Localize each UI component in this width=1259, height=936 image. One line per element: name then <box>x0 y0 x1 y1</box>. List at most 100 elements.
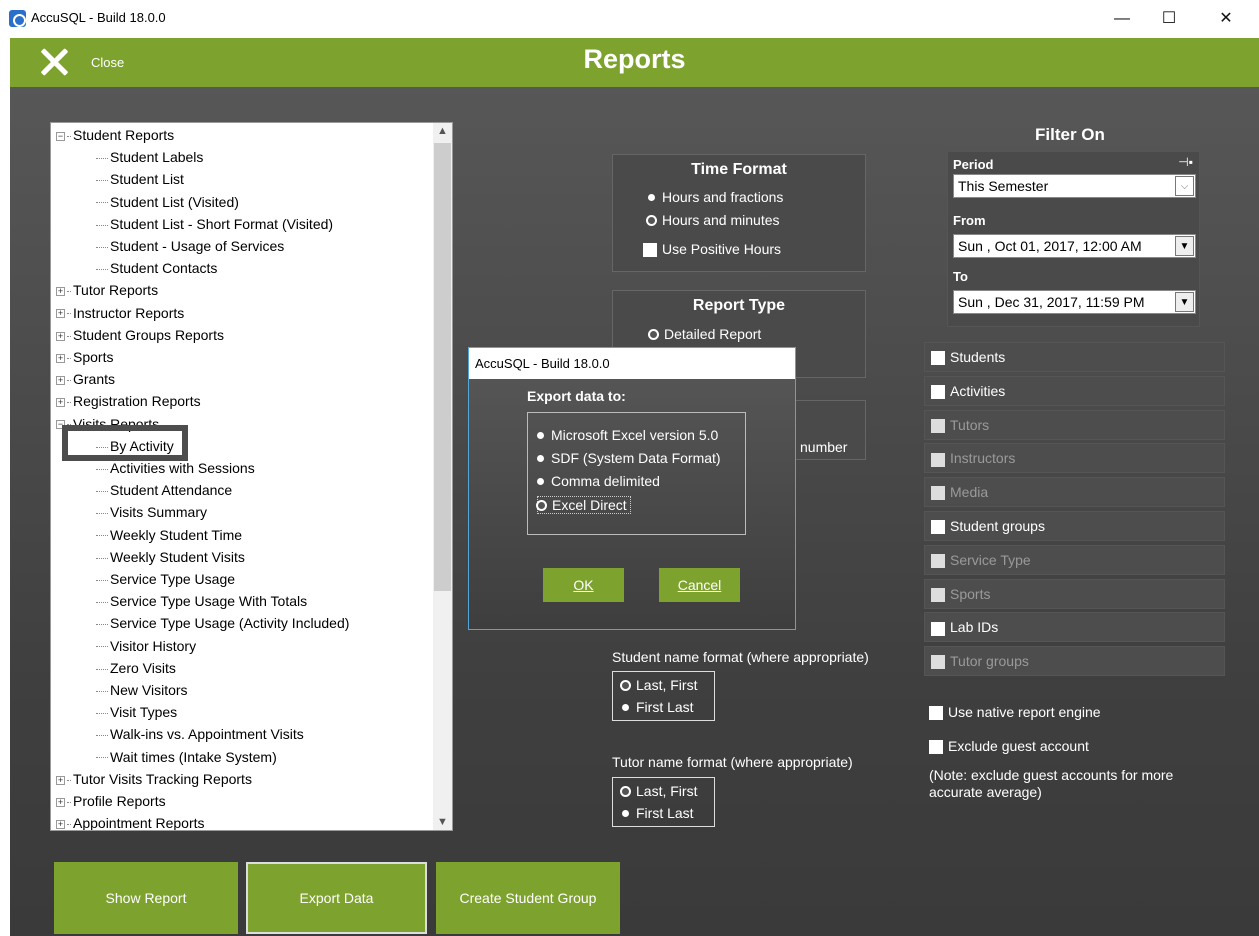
exclude-note: (Note: exclude guest accounts for more a… <box>929 767 1174 800</box>
maximize-button[interactable]: ☐ <box>1146 0 1192 37</box>
tree-item-label: Visit Types <box>110 704 178 721</box>
tree-item[interactable]: Visit Types <box>96 701 177 723</box>
tree-item[interactable]: Service Type Usage With Totals <box>96 590 307 612</box>
tree-item[interactable]: Service Type Usage (Activity Included) <box>96 612 349 634</box>
tree-category[interactable]: + Tutor Reports <box>56 279 158 301</box>
tree-connector <box>96 557 108 559</box>
expand-icon[interactable]: + <box>56 375 65 385</box>
filter-row-lab-ids[interactable]: Lab IDs <box>924 612 1225 643</box>
tree-item-label: Zero Visits <box>110 659 176 676</box>
tree-item[interactable]: Student List <box>96 168 184 190</box>
filter-row-service-type[interactable]: Service Type <box>924 544 1225 575</box>
radio-comma-delimited[interactable]: Comma delimited <box>537 473 660 489</box>
expand-icon[interactable]: + <box>56 287 65 297</box>
report-tree[interactable]: ▲ ▼ − Student Reports Student Labels Studen… <box>50 122 453 831</box>
radio-label: First Last <box>636 805 694 821</box>
collapse-icon[interactable]: − <box>56 131 65 141</box>
tree-category[interactable]: + Instructor Reports <box>56 302 184 324</box>
tree-category[interactable]: + Tutor Visits Tracking Reports <box>56 768 252 790</box>
dropdown-arrow-icon[interactable]: ▼ <box>1175 292 1194 312</box>
radio-tutor-first-last[interactable]: First Last <box>622 805 694 821</box>
scroll-up-icon[interactable]: ▲ <box>433 125 452 137</box>
tree-item[interactable]: Service Type Usage <box>96 568 235 590</box>
radio-detailed-report[interactable]: Detailed Report <box>650 326 761 342</box>
period-select[interactable]: This Semester ⌵ <box>953 174 1196 198</box>
dropdown-arrow-icon[interactable]: ▼ <box>1175 236 1194 256</box>
checkbox-positive-hours[interactable]: Use Positive Hours <box>643 241 781 258</box>
filter-row-student-groups[interactable]: Student groups <box>924 511 1225 541</box>
tree-item[interactable]: Student Labels <box>96 146 203 168</box>
tree-item[interactable]: Student List - Short Format (Visited) <box>96 213 333 235</box>
expand-icon[interactable]: + <box>56 775 65 785</box>
filter-row-sports[interactable]: Sports <box>924 578 1225 609</box>
tree-item[interactable]: Visitor History <box>96 635 196 657</box>
ok-button[interactable]: OK <box>543 568 624 602</box>
radio-sdf[interactable]: SDF (System Data Format) <box>537 450 721 466</box>
checkbox-icon <box>931 587 945 602</box>
tree-category[interactable]: + Registration Reports <box>56 390 201 412</box>
tree-category[interactable]: − Student Reports <box>56 124 174 146</box>
filter-row-tutor-groups[interactable]: Tutor groups <box>924 646 1225 677</box>
scroll-thumb[interactable] <box>434 143 451 591</box>
filter-row-activities[interactable]: Activities <box>924 375 1225 406</box>
from-date-picker[interactable]: Sun , Oct 01, 2017, 12:00 AM ▼ <box>953 234 1196 258</box>
checkbox-icon <box>929 740 943 755</box>
tree-item[interactable]: Student Contacts <box>96 257 217 279</box>
radio-icon <box>648 194 655 202</box>
expand-icon[interactable]: + <box>56 309 65 319</box>
radio-excel-5[interactable]: Microsoft Excel version 5.0 <box>537 427 718 443</box>
radio-tutor-last-first[interactable]: Last, First <box>622 783 697 799</box>
tree-item[interactable]: Wait times (Intake System) <box>96 746 277 768</box>
pin-icon[interactable]: ⊣▪ <box>1178 155 1193 169</box>
to-date-picker[interactable]: Sun , Dec 31, 2017, 11:59 PM ▼ <box>953 290 1196 314</box>
window-title: AccuSQL - Build 18.0.0 <box>31 10 166 25</box>
filter-row-instructors[interactable]: Instructors <box>924 443 1225 474</box>
tree-item[interactable]: New Visitors <box>96 679 188 701</box>
create-student-group-button[interactable]: Create Student Group <box>436 862 620 934</box>
expand-icon[interactable]: + <box>56 398 65 408</box>
scroll-down-icon[interactable]: ▼ <box>433 816 452 828</box>
expand-icon[interactable]: + <box>56 797 65 807</box>
tree-category[interactable]: + Sports <box>56 346 113 368</box>
tree-item[interactable]: Zero Visits <box>96 657 176 679</box>
expand-icon[interactable]: + <box>56 353 65 363</box>
tree-category[interactable]: + Student Groups Reports <box>56 324 224 346</box>
checkbox-exclude-guest[interactable]: Exclude guest account <box>929 738 1089 755</box>
tree-item[interactable]: Weekly Student Time <box>96 524 242 546</box>
tree-scrollbar[interactable]: ▲ ▼ <box>433 123 452 830</box>
export-data-button[interactable]: Export Data <box>246 862 427 934</box>
checkbox-icon <box>931 554 945 569</box>
tree-category[interactable]: + Profile Reports <box>56 790 166 812</box>
radio-icon <box>537 455 544 463</box>
filter-row-students[interactable]: Students <box>924 342 1225 372</box>
radio-excel-direct[interactable]: Excel Direct <box>537 496 631 514</box>
radio-hours-fractions[interactable]: Hours and fractions <box>648 189 783 205</box>
tree-category-label: Profile Reports <box>73 793 166 809</box>
tree-item[interactable]: Walk-ins vs. Appointment Visits <box>96 723 304 745</box>
chevron-down-icon[interactable]: ⌵ <box>1175 176 1194 196</box>
tree-item[interactable]: Student - Usage of Services <box>96 235 284 257</box>
radio-student-first-last[interactable]: First Last <box>622 699 694 715</box>
filter-row-tutors[interactable]: Tutors <box>924 409 1225 440</box>
radio-label: SDF (System Data Format) <box>551 450 721 466</box>
selection-highlight-box <box>62 425 188 461</box>
show-report-button[interactable]: Show Report <box>54 862 238 934</box>
minimize-button[interactable]: — <box>1099 0 1145 37</box>
checkbox-icon <box>931 351 945 366</box>
expand-icon[interactable]: + <box>56 819 65 829</box>
filter-row-media[interactable]: Media <box>924 477 1225 508</box>
radio-student-last-first[interactable]: Last, First <box>622 677 697 693</box>
expand-icon[interactable]: + <box>56 331 65 341</box>
tree-item[interactable]: Student List (Visited) <box>96 191 239 213</box>
tree-category[interactable]: + Grants <box>56 368 115 390</box>
window-close-button[interactable]: ✕ <box>1203 0 1249 37</box>
tree-category[interactable]: + Appointment Reports <box>56 812 205 830</box>
radio-icon <box>537 432 544 440</box>
tree-item[interactable]: Visits Summary <box>96 501 207 523</box>
tree-item[interactable]: Student Attendance <box>96 479 232 501</box>
checkbox-native-engine[interactable]: Use native report engine <box>929 704 1101 721</box>
cancel-button[interactable]: Cancel <box>659 568 740 602</box>
tree-category-label: Instructor Reports <box>73 304 185 321</box>
tree-item[interactable]: Weekly Student Visits <box>96 546 245 568</box>
radio-hours-minutes[interactable]: Hours and minutes <box>648 212 780 228</box>
